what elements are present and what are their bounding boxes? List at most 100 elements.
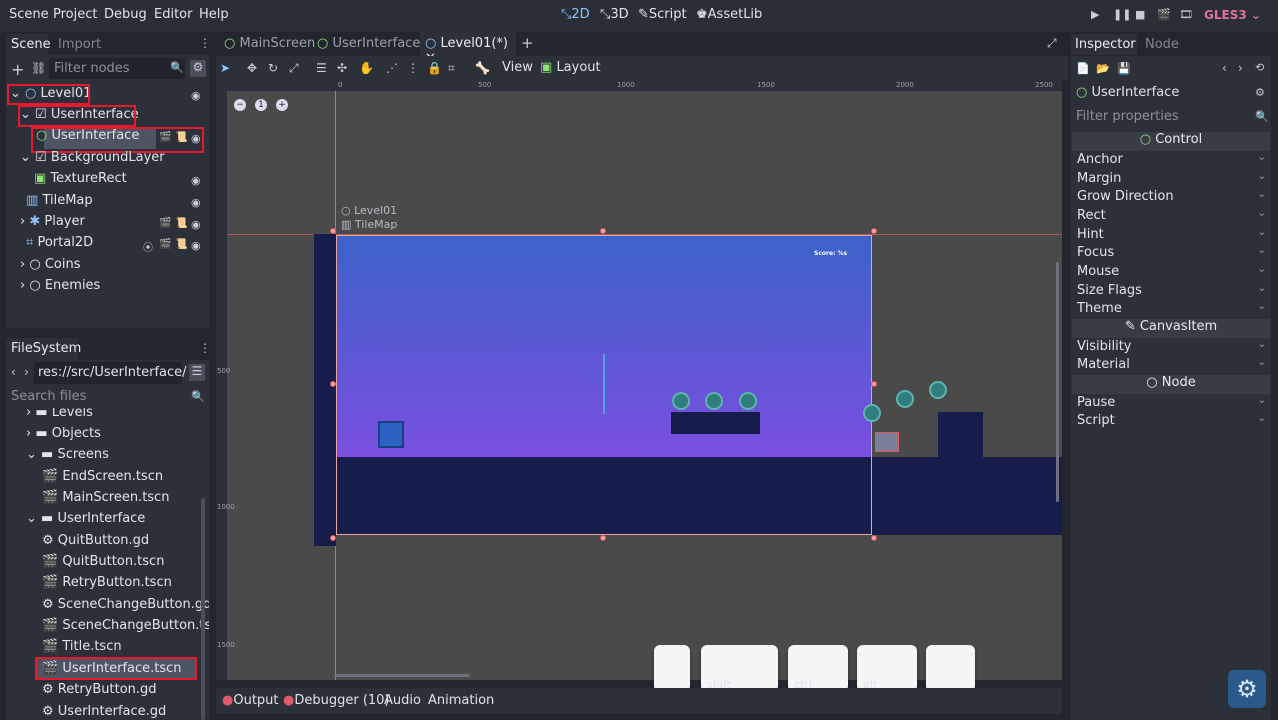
- coin-sprite[interactable]: [672, 392, 690, 410]
- script-icon[interactable]: 📜: [175, 218, 187, 229]
- save-icon[interactable]: 💾: [1117, 62, 1131, 75]
- prop-anchor[interactable]: Anchor ⌄: [1072, 152, 1270, 170]
- visibility-icon[interactable]: ◉: [191, 239, 201, 252]
- file-item[interactable]: 🎬 QuitButton.tscn: [42, 554, 164, 575]
- file-item[interactable]: ⚙ RetryButton.gd: [42, 682, 157, 703]
- snap-icon[interactable]: ⋰: [386, 61, 398, 75]
- file-item[interactable]: 🎬 RetryButton.tscn: [42, 575, 172, 596]
- tab-level01[interactable]: ○ Level01(*) ✕: [420, 32, 516, 66]
- tree-node-player[interactable]: › ✱ Player: [20, 214, 85, 235]
- tree-node-portal2d[interactable]: ⌗ Portal2D: [26, 235, 93, 256]
- coin-sprite[interactable]: [929, 381, 947, 399]
- coin-sprite[interactable]: [896, 390, 914, 408]
- menu-scene[interactable]: Scene: [9, 7, 49, 22]
- renderer-select[interactable]: GLES3 ⌄: [1204, 8, 1261, 22]
- add-tab-icon[interactable]: +: [521, 34, 534, 52]
- resize-handle[interactable]: [871, 228, 877, 234]
- tree-node-backgroundlayer[interactable]: ⌄ ☑ BackgroundLayer: [20, 150, 165, 171]
- scene-instance-icon[interactable]: 🎬: [159, 239, 171, 250]
- play-icon[interactable]: ▶: [1091, 8, 1099, 21]
- dock-menu-icon[interactable]: ⋮: [199, 36, 211, 50]
- prop-mouse[interactable]: Mouse ⌄: [1072, 264, 1270, 282]
- add-node-icon[interactable]: +: [11, 60, 24, 79]
- script-attach-icon[interactable]: ⚙: [190, 60, 206, 77]
- prop-pause[interactable]: Pause ⌄: [1072, 395, 1270, 413]
- file-item[interactable]: ⚙ SceneChangeButton.gd: [42, 597, 209, 618]
- tab-inspector[interactable]: Inspector: [1071, 34, 1137, 55]
- file-folder-screens[interactable]: ⌄ ▬ Screens: [26, 447, 109, 468]
- rotate-tool-icon[interactable]: ↻: [268, 61, 278, 75]
- group-icon[interactable]: ⌗: [448, 61, 455, 76]
- visibility-icon[interactable]: ◉: [191, 89, 201, 102]
- scene-instance-icon[interactable]: 🎬: [159, 218, 171, 229]
- resize-handle[interactable]: [330, 381, 336, 387]
- prop-material[interactable]: Material ⌄: [1072, 357, 1270, 375]
- play-scene-icon[interactable]: 🎬: [1157, 8, 1171, 21]
- resize-handle[interactable]: [330, 535, 336, 541]
- zoom-reset-icon[interactable]: 1: [255, 99, 267, 111]
- file-item[interactable]: 🎬 MainScreen.tscn: [42, 490, 169, 511]
- scale-tool-icon[interactable]: ⤢: [289, 61, 299, 76]
- more-icon[interactable]: ⋮: [407, 61, 419, 75]
- scrollbar[interactable]: [201, 498, 205, 720]
- lock-icon[interactable]: 🔒: [427, 61, 442, 75]
- inspected-object[interactable]: ○ UserInterface: [1076, 85, 1179, 100]
- resize-handle[interactable]: [871, 381, 877, 387]
- stop-icon[interactable]: ■: [1135, 8, 1145, 21]
- file-item[interactable]: ⚙ QuitButton.gd: [42, 533, 149, 554]
- layout-menu[interactable]: ▣ Layout: [540, 60, 601, 75]
- coin-sprite[interactable]: [739, 392, 757, 410]
- tab-output[interactable]: ●Output: [222, 693, 279, 708]
- tab-debugger[interactable]: ●Debugger (10): [283, 693, 390, 708]
- workspace-2d-button[interactable]: ⤡2D: [561, 7, 590, 22]
- prop-focus[interactable]: Focus ⌄: [1072, 245, 1270, 263]
- visibility-icon[interactable]: ◉: [191, 174, 201, 187]
- tab-animation[interactable]: Animation: [428, 693, 494, 708]
- search-files-input[interactable]: Search files: [6, 387, 206, 407]
- tab-filesystem[interactable]: FileSystem: [6, 338, 81, 360]
- file-item[interactable]: ⚙ UserInterface.gd: [42, 704, 166, 720]
- visibility-icon[interactable]: ◉: [191, 196, 201, 209]
- menu-project[interactable]: Project: [53, 7, 97, 22]
- zoom-in-icon[interactable]: +: [276, 99, 288, 111]
- resize-handle[interactable]: [330, 228, 336, 234]
- tab-audio[interactable]: Audio: [384, 693, 421, 708]
- prop-margin[interactable]: Margin ⌄: [1072, 171, 1270, 189]
- tab-scene[interactable]: Scene: [6, 34, 51, 55]
- viewport-hscrollbar[interactable]: [334, 674, 470, 677]
- object-menu-icon[interactable]: ⚙: [1255, 86, 1265, 99]
- forward-icon[interactable]: ›: [24, 365, 29, 379]
- pivot-tool-icon[interactable]: ✣: [337, 61, 347, 75]
- new-resource-icon[interactable]: 📄: [1076, 62, 1090, 75]
- history-back-icon[interactable]: ‹: [1222, 61, 1227, 75]
- selection-rect[interactable]: [336, 235, 872, 535]
- history-icon[interactable]: ⟲: [1255, 61, 1264, 74]
- section-canvasitem[interactable]: ✎ CanvasItem: [1072, 319, 1270, 338]
- move-tool-icon[interactable]: ✥: [247, 61, 257, 75]
- tree-node-enemies[interactable]: › ○ Enemies: [20, 278, 100, 299]
- menu-help[interactable]: Help: [199, 7, 229, 22]
- coin-sprite[interactable]: [863, 404, 881, 422]
- dock-menu-icon[interactable]: ⋮: [199, 341, 211, 355]
- filter-properties-input[interactable]: Filter properties: [1071, 107, 1271, 128]
- history-forward-icon[interactable]: ›: [1238, 61, 1243, 75]
- file-folder-objects[interactable]: › ▬ Objects: [26, 426, 101, 447]
- workspace-3d-button[interactable]: ⤡3D: [600, 7, 629, 22]
- signal-icon[interactable]: ⦿: [143, 239, 153, 254]
- bone-icon[interactable]: 🦴: [475, 61, 490, 75]
- zoom-out-icon[interactable]: −: [234, 99, 246, 111]
- fullscreen-icon[interactable]: ⤢: [1047, 36, 1057, 51]
- play-custom-scene-icon[interactable]: 🎞: [1179, 8, 1193, 21]
- tree-node-coins[interactable]: › ○ Coins: [20, 257, 80, 278]
- file-item[interactable]: 🎬 EndScreen.tscn: [42, 469, 163, 490]
- resize-handle[interactable]: [871, 535, 877, 541]
- prop-theme[interactable]: Theme ⌄: [1072, 301, 1270, 319]
- pause-icon[interactable]: ❚❚: [1113, 8, 1131, 21]
- tree-node-tilemap[interactable]: ▥ TileMap: [26, 193, 93, 214]
- resize-handle[interactable]: [600, 535, 606, 541]
- prop-rect[interactable]: Rect ⌄: [1072, 208, 1270, 226]
- prop-size-flags[interactable]: Size Flags ⌄: [1072, 283, 1270, 301]
- filter-nodes-input[interactable]: Filter nodes: [49, 58, 185, 79]
- split-view-icon[interactable]: ☰: [189, 364, 205, 381]
- select-tool-icon[interactable]: ➤: [220, 61, 230, 75]
